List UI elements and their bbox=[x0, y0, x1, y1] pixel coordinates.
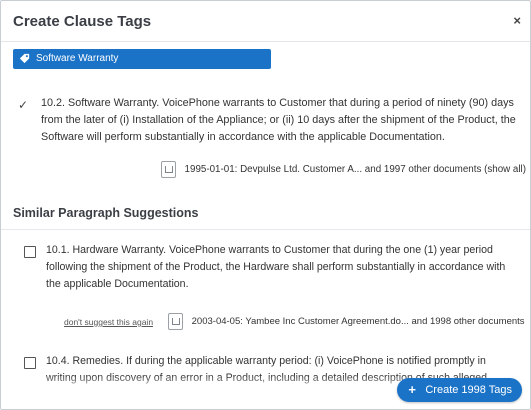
create-tags-label: Create 1998 Tags bbox=[425, 384, 512, 396]
suggestions-title: Similar Paragraph Suggestions bbox=[13, 206, 199, 220]
selected-tag-chip[interactable]: Software Warranty bbox=[13, 49, 271, 69]
create-clause-tags-dialog: Create Clause Tags × Software Warranty ✓… bbox=[0, 0, 531, 410]
clause-text: 10.2. Software Warranty. VoicePhone warr… bbox=[41, 97, 516, 143]
clause-source-text[interactable]: 1995-01-01: Devpulse Ltd. Customer A... … bbox=[185, 164, 526, 175]
suggestion-checkbox[interactable] bbox=[24, 357, 36, 369]
clause-checkbox[interactable]: ✓ bbox=[18, 98, 28, 112]
suggestion-source: 2003-04-05: Yambee Inc Customer Agreemen… bbox=[168, 313, 525, 330]
dont-suggest-link[interactable]: don't suggest this again bbox=[64, 317, 153, 327]
create-tags-button[interactable]: + Create 1998 Tags bbox=[397, 378, 522, 402]
suggestion-source-text[interactable]: 2003-04-05: Yambee Inc Customer Agreemen… bbox=[192, 316, 525, 327]
tag-label: Software Warranty bbox=[36, 53, 119, 64]
dialog-header: Create Clause Tags × bbox=[1, 1, 530, 42]
close-icon[interactable]: × bbox=[513, 13, 521, 28]
tag-icon bbox=[19, 53, 30, 64]
plus-icon: + bbox=[408, 382, 416, 397]
document-icon bbox=[168, 313, 183, 330]
suggestion-checkbox[interactable] bbox=[24, 246, 36, 258]
divider bbox=[1, 229, 530, 230]
suggestion-text: 10.1. Hardware Warranty. VoicePhone warr… bbox=[46, 244, 506, 290]
document-icon bbox=[160, 161, 176, 178]
dialog-title: Create Clause Tags bbox=[13, 13, 152, 30]
clause-source: 1995-01-01: Devpulse Ltd. Customer A... … bbox=[160, 161, 526, 178]
